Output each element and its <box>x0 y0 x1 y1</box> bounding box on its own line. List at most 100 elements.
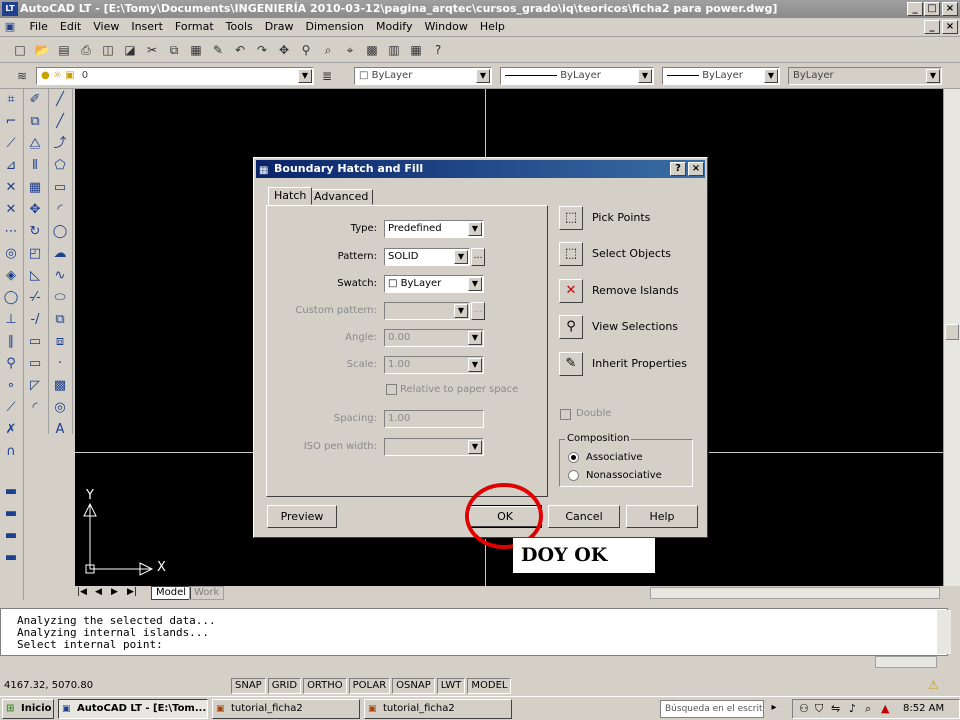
tangent-icon[interactable]: ◯ <box>0 287 22 309</box>
move-icon[interactable]: ✥ <box>24 199 46 221</box>
undo-icon[interactable]: ↶ <box>230 40 250 60</box>
warning-icon[interactable]: ⚠ <box>928 678 939 692</box>
view-selections-button[interactable]: ⚲ <box>559 315 583 339</box>
last-tab-icon[interactable]: ▶| <box>127 587 137 597</box>
tray-icon-shield[interactable]: ⛉ <box>815 702 823 716</box>
extend-icon[interactable]: -/ <box>24 309 46 331</box>
erase-icon[interactable]: ✐ <box>24 89 46 111</box>
make-block-icon[interactable]: ⧈ <box>49 331 71 353</box>
next-tab-icon[interactable]: ▶ <box>111 587 118 597</box>
insert-icon[interactable]: ⚲ <box>0 353 22 375</box>
dialog-close-button[interactable]: × <box>688 162 704 176</box>
tab-work[interactable]: Work <box>189 586 225 600</box>
task-autocad[interactable]: ▣ AutoCAD LT - [E:\Tom... <box>58 699 208 719</box>
plotstyle-dropdown[interactable]: ByLayer ▼ <box>788 67 942 85</box>
spline-icon[interactable]: ∿ <box>49 265 71 287</box>
cut-icon[interactable]: ✂ <box>142 40 162 60</box>
minimize-button[interactable]: _ <box>907 2 923 16</box>
first-tab-icon[interactable]: |◀ <box>77 587 87 597</box>
menu-dimension[interactable]: Dimension <box>300 18 370 36</box>
new-icon[interactable]: □ <box>10 40 30 60</box>
tracking-icon[interactable]: ⌗ <box>0 89 22 111</box>
midpoint-icon[interactable]: ⊿ <box>0 155 22 177</box>
chevron-down-icon[interactable]: ▼ <box>454 250 468 264</box>
line-icon[interactable]: ╱ <box>49 89 71 111</box>
menu-view[interactable]: View <box>87 18 125 36</box>
command-splitter[interactable] <box>0 600 960 608</box>
make-current-layer-icon[interactable]: ≣ <box>317 66 337 86</box>
rectangle-icon[interactable]: ▭ <box>49 177 71 199</box>
endpoint-icon[interactable]: ⟋ <box>0 133 22 155</box>
menu-format[interactable]: Format <box>169 18 220 36</box>
task-tutorial-1[interactable]: ▣ tutorial_ficha2 <box>212 699 360 719</box>
menu-window[interactable]: Window <box>418 18 473 36</box>
none-icon[interactable]: ✗ <box>0 419 22 441</box>
center-icon[interactable]: ◎ <box>0 243 22 265</box>
osnap-toggle[interactable]: OSNAP <box>392 678 435 694</box>
intersection-icon[interactable]: ✕ <box>0 177 22 199</box>
copy-icon[interactable]: ⧉ <box>164 40 184 60</box>
doc-minimize-button[interactable]: _ <box>924 20 940 34</box>
redo-icon[interactable]: ↷ <box>252 40 272 60</box>
tray-icon-network[interactable]: ⚇ <box>799 702 809 715</box>
search-button-icon[interactable]: ▸ <box>766 700 782 718</box>
preview-button[interactable]: Preview <box>267 505 337 528</box>
command-window[interactable]: Analyzing the selected data... Analyzing … <box>0 608 948 656</box>
trim-icon[interactable]: -⁄- <box>24 287 46 309</box>
quadrant-icon[interactable]: ◈ <box>0 265 22 287</box>
dock-icon[interactable]: ▬ <box>0 525 22 547</box>
point-icon[interactable]: · <box>49 353 71 375</box>
chevron-down-icon[interactable]: ▼ <box>926 69 940 83</box>
grid-toggle[interactable]: GRID <box>267 678 302 694</box>
lineweight-dropdown[interactable]: ByLayer ▼ <box>662 67 780 85</box>
nonassociative-radio[interactable] <box>568 470 579 481</box>
dock-icon[interactable]: ▬ <box>0 547 22 569</box>
layer-manager-icon[interactable]: ≋ <box>12 66 32 86</box>
osnap-settings-icon[interactable]: ∩ <box>0 441 22 463</box>
type-select[interactable]: Predefined ▼ <box>384 220 484 238</box>
save-icon[interactable]: ▤ <box>54 40 74 60</box>
insert-block-icon[interactable]: ⧉ <box>49 309 71 331</box>
polygon-icon[interactable]: ⬠ <box>49 155 71 177</box>
text-icon[interactable]: A <box>49 419 71 441</box>
scroll-thumb[interactable] <box>945 324 959 340</box>
print-icon[interactable]: ⎙ <box>76 40 96 60</box>
desktop-search-input[interactable]: Búsqueda en el escrit <box>660 700 764 718</box>
chamfer-icon[interactable]: ◸ <box>24 375 46 397</box>
dock-icon[interactable]: ▬ <box>0 481 22 503</box>
region-icon[interactable]: ◎ <box>49 397 71 419</box>
stretch-icon[interactable]: ◺ <box>24 265 46 287</box>
command-hscrollbar[interactable] <box>875 656 937 668</box>
model-toggle[interactable]: MODEL <box>467 678 512 694</box>
chevron-down-icon[interactable]: ▼ <box>468 277 482 291</box>
menu-help[interactable]: Help <box>474 18 511 36</box>
ellipse-icon[interactable]: ⬭ <box>49 287 71 309</box>
help-button[interactable]: Help <box>626 505 698 528</box>
nearest-icon[interactable]: ⟋ <box>0 397 22 419</box>
chevron-down-icon[interactable]: ▼ <box>468 222 482 236</box>
chevron-down-icon[interactable]: ▼ <box>298 69 312 83</box>
node-icon[interactable]: ∘ <box>0 375 22 397</box>
apparent-intersection-icon[interactable]: ✕ <box>0 199 22 221</box>
tab-hatch[interactable]: Hatch <box>268 187 313 205</box>
remove-islands-button[interactable]: ✕ <box>559 279 583 303</box>
join-icon[interactable]: ▭ <box>24 353 46 375</box>
tray-icon-search[interactable]: ⌕ <box>865 702 871 716</box>
select-objects-button[interactable]: ⬚ <box>559 242 583 266</box>
menu-draw[interactable]: Draw <box>259 18 300 36</box>
menu-file[interactable]: File <box>24 18 54 36</box>
open-icon[interactable]: 📂 <box>32 40 52 60</box>
fillet-icon[interactable]: ◜ <box>24 397 46 419</box>
perpendicular-icon[interactable]: ⊥ <box>0 309 22 331</box>
doc-close-button[interactable]: × <box>942 20 958 34</box>
volume-icon[interactable]: ♪ <box>849 702 856 715</box>
close-button[interactable]: × <box>942 2 958 16</box>
break-icon[interactable]: ▭ <box>24 331 46 353</box>
from-icon[interactable]: ⌐ <box>0 111 22 133</box>
lwt-toggle[interactable]: LWT <box>436 678 466 694</box>
swatch-select[interactable]: □ ByLayer ▼ <box>384 275 484 293</box>
hatch-icon[interactable]: ▩ <box>49 375 71 397</box>
tab-model[interactable]: Model <box>151 586 192 600</box>
chevron-down-icon[interactable]: ▼ <box>476 69 490 83</box>
mirror-icon[interactable]: ⧋ <box>24 133 46 155</box>
